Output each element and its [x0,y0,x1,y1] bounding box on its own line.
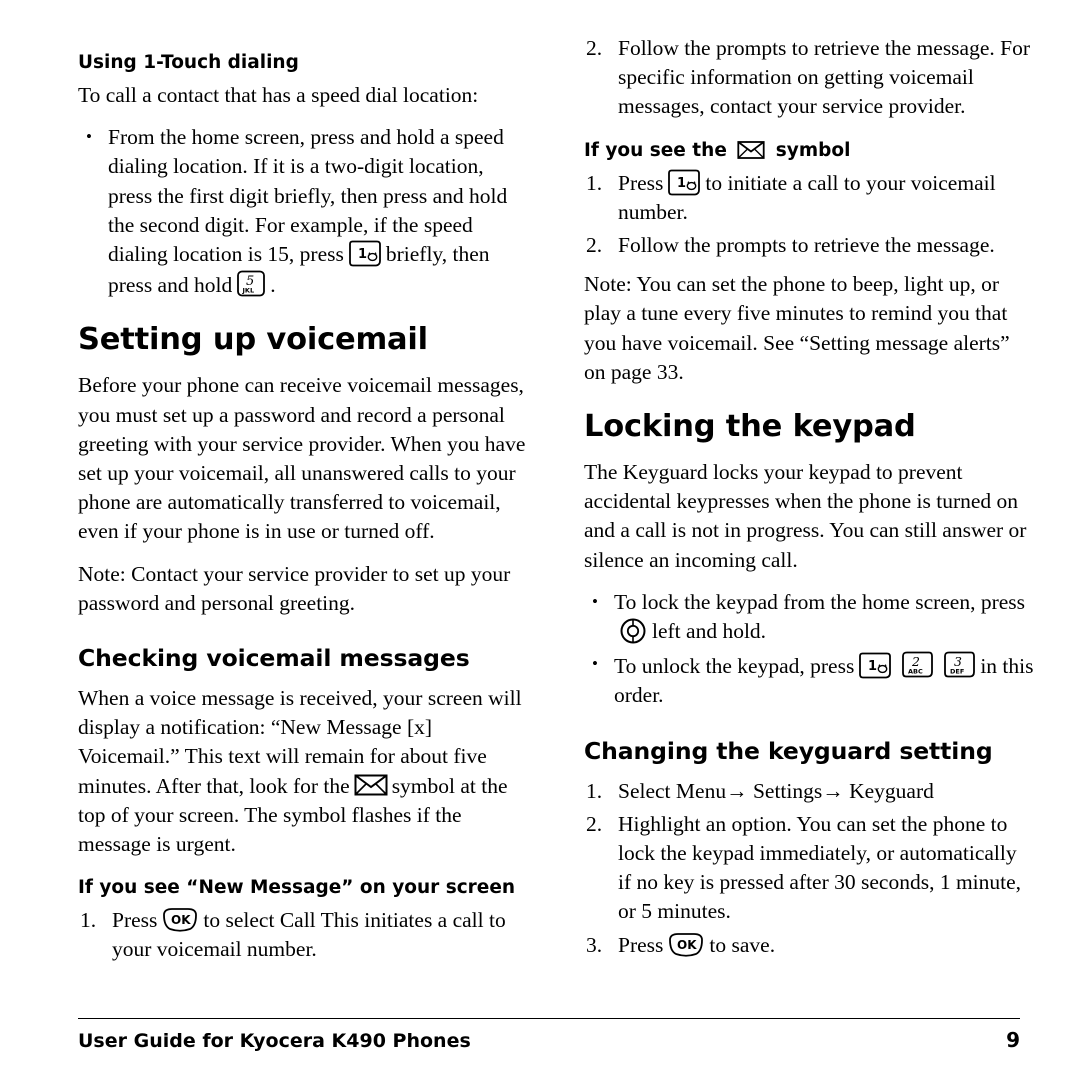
changing-step-1-text: Select Menu→ Settings→ Keyguard [618,778,934,803]
heading-using-1-touch-dialing: Using 1-Touch dialing [78,52,299,73]
paragraph-keyguard-intro: The Keyguard locks your keypad to preven… [584,460,1027,572]
list-lock-bullets: To lock the keypad from the home screen,… [584,587,1034,711]
step-2-text: Follow the prompts to retrieve the messa… [618,36,1031,119]
list-1touch-bullets: From the home screen, press and hold a s… [78,122,528,300]
key-2-icon: 2 ABC [899,650,935,680]
list-item: To unlock the keypad, press12ABC3DEFin t… [584,649,1034,710]
svg-text:1: 1 [677,176,686,191]
list-symbol-steps: Press 1 to initiate a call to your voicema… [584,169,1034,261]
manual-page: Using 1-Touch dialing To call a contact … [0,0,1080,1080]
symbol-step-2-text: Follow the prompts to retrieve the messa… [618,233,995,258]
key-1-icon: 1 [666,169,702,197]
list-item: Press 1 to initiate a call to your voicema… [584,169,1034,227]
list-retrieve-steps-continued: Follow the prompts to retrieve the messa… [584,34,1034,122]
svg-text:OK: OK [171,913,191,927]
navigation-key-icon [617,617,649,645]
list-item: Follow the prompts to retrieve the messa… [584,34,1034,122]
symbol-heading-text-a: If you see the [584,139,727,161]
list-new-message-steps: Press OK to select Call This initiates a c… [78,906,528,964]
heading-checking-voicemail-messages: Checking voicemail messages [78,644,470,673]
key-1-icon: 1 [347,240,383,268]
lock-bullet-1-text-a: To lock the keypad from the home screen,… [614,589,1026,614]
svg-text:1: 1 [358,247,367,262]
newmessage-step-text-a: Press [112,908,158,933]
svg-text:ABC: ABC [908,668,923,676]
lock-bullet-1-text-b: left and hold. [652,619,767,644]
heading-changing-keyguard-setting: Changing the keyguard setting [584,736,993,765]
paragraph-1touch-intro: To call a contact that has a speed dial … [78,83,479,107]
list-changing-steps: Select Menu→ Settings→ Keyguard Highligh… [584,777,1034,960]
list-item: Press OK to select Call This initiates a c… [78,906,528,964]
ok-key-icon: OK [160,906,200,934]
symbol-heading-text-b: symbol [775,139,851,161]
list-item: Press OK to save. [584,931,1034,960]
changing-step-3-text-a: Press [618,932,664,957]
lock-bullet-2-text-a: To unlock the keypad, press [614,654,855,679]
list-item: To lock the keypad from the home screen,… [584,587,1034,646]
footer-page-number: 9 [1006,1028,1020,1052]
key-3-icon: 3 DEF [941,650,977,680]
note-voicemail-setup: Note: Contact your service provider to s… [78,561,511,615]
note-voicemail-alerts: Note: You can set the phone to beep, lig… [584,272,1010,384]
ok-key-icon: OK [666,931,706,959]
paragraph-voicemail-intro: Before your phone can receive voicemail … [78,373,526,544]
footer-guide-text: User Guide for Kyocera K490 Phones [78,1030,471,1052]
heading-setting-up-voicemail: Setting up voicemail [78,322,428,358]
heading-if-you-see-new-message: If you see “New Message” on your screen [78,877,516,899]
list-item: Highlight an option. You can set the pho… [584,810,1034,927]
changing-step-2-text: Highlight an option. You can set the pho… [618,811,1022,924]
paragraph-checking-voicemail: When a voice message is received, your s… [78,684,528,859]
svg-text:1: 1 [868,659,877,674]
heading-locking-the-keypad: Locking the keypad [584,409,916,445]
list-item: Select Menu→ Settings→ Keyguard [584,777,1034,806]
two-column-body: Using 1-Touch dialing To call a contact … [78,34,1033,994]
key-1-icon: 1 [857,652,893,680]
svg-text:DEF: DEF [950,668,964,676]
bullet-1touch-text-c: . [270,273,276,298]
symbol-step-1-text-a: Press [618,170,664,195]
right-column: Follow the prompts to retrieve the messa… [584,34,1034,994]
svg-text:OK: OK [677,938,697,952]
envelope-icon [354,773,388,797]
list-item: From the home screen, press and hold a s… [78,122,528,300]
envelope-icon [737,140,765,160]
key-5-icon: 5 JKL [235,269,267,299]
svg-text:JKL: JKL [242,287,255,295]
list-item: Follow the prompts to retrieve the messa… [584,231,1034,260]
heading-if-you-see-symbol: If you see the symbol [584,140,1034,161]
page-footer: User Guide for Kyocera K490 Phones 9 [78,1018,1020,1052]
changing-step-3-text-b: to save. [709,932,776,957]
left-column: Using 1-Touch dialing To call a contact … [78,34,528,994]
